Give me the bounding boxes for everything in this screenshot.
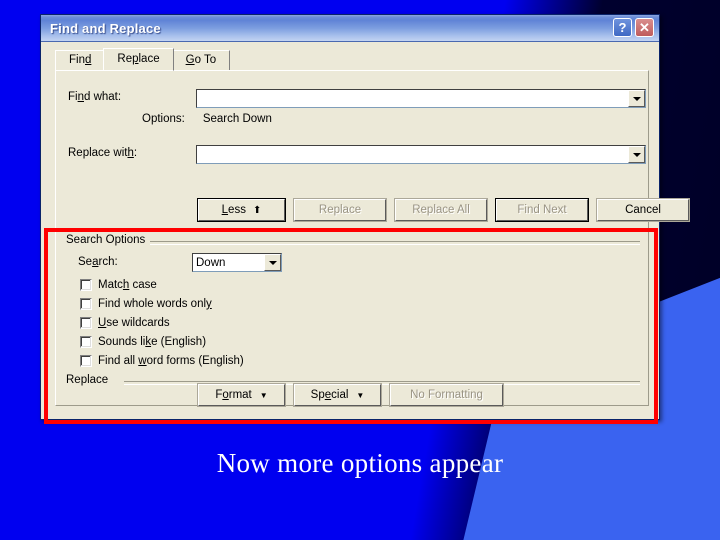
options-value: Search Down	[202, 113, 272, 125]
arrow-up-icon: ⬆	[252, 204, 262, 216]
close-icon[interactable]: ✕	[635, 18, 654, 37]
tab-find[interactable]: Find	[55, 50, 106, 70]
tab-go-to[interactable]: Go To	[171, 50, 231, 70]
dialog-title-bar[interactable]: Find and Replace ? ✕	[41, 15, 659, 42]
checkbox-use-wildcards-label: Use wildcards	[98, 317, 170, 329]
search-direction-row: Search:	[78, 256, 118, 268]
action-button-row: Less ⬆ Replace Replace All Find Next Can…	[197, 198, 690, 222]
chevron-down-icon: ▼	[259, 390, 268, 400]
options-row: Options: Search Down	[142, 113, 272, 125]
find-next-button[interactable]: Find Next	[495, 198, 589, 222]
options-label: Options:	[142, 113, 185, 125]
no-formatting-button-label: No Formatting	[410, 389, 483, 401]
tab-replace-label: Replace	[117, 52, 160, 65]
cancel-button-label: Cancel	[625, 204, 661, 216]
checkbox-icon[interactable]	[80, 336, 92, 348]
replace-with-input[interactable]	[196, 145, 646, 164]
checkbox-sounds-like[interactable]: Sounds like (English)	[80, 336, 206, 348]
checkbox-icon[interactable]	[80, 355, 92, 367]
chevron-down-icon: ▼	[356, 390, 365, 400]
chevron-down-icon[interactable]	[628, 146, 645, 163]
replace-all-button-label: Replace All	[412, 204, 470, 216]
less-button-label: Less	[221, 204, 246, 216]
checkbox-use-wildcards[interactable]: Use wildcards	[80, 317, 170, 329]
checkbox-icon[interactable]	[80, 298, 92, 310]
special-button-label: Special	[310, 389, 349, 401]
replace-all-button[interactable]: Replace All	[394, 198, 488, 222]
format-button-row: Format ▼ Special ▼ No Formatting	[197, 383, 504, 407]
checkbox-match-case[interactable]: Match case	[80, 279, 157, 291]
checkbox-find-all-word-forms[interactable]: Find all word forms (English)	[80, 355, 244, 367]
checkbox-find-all-word-forms-label: Find all word forms (English)	[98, 355, 244, 367]
dialog-panel: Find what: Options: Search Down Replace …	[55, 70, 690, 407]
no-formatting-button[interactable]: No Formatting	[389, 383, 504, 407]
slide-caption: Now more options appear	[216, 448, 504, 478]
replace-with-label: Replace with:	[68, 147, 138, 159]
chevron-down-icon[interactable]	[628, 90, 645, 107]
checkbox-find-whole-words-only-label: Find whole words only	[98, 298, 212, 310]
search-options-divider	[150, 241, 640, 245]
checkbox-icon[interactable]	[80, 279, 92, 291]
dialog-tabs: Find Replace Go To	[55, 48, 659, 71]
checkbox-match-case-label: Match case	[98, 279, 157, 291]
replace-button-label: Replace	[318, 204, 362, 216]
search-direction-value: Down	[196, 256, 226, 269]
replace-group-label: Replace	[66, 374, 114, 386]
replace-with-row: Replace with:	[68, 147, 137, 159]
cancel-button[interactable]: Cancel	[596, 198, 690, 222]
find-what-label: Find what:	[68, 91, 122, 103]
format-button[interactable]: Format ▼	[197, 383, 286, 407]
search-direction-select[interactable]: Down	[192, 253, 282, 272]
search-direction-label: Search:	[78, 256, 118, 268]
find-next-button-label: Find Next	[517, 204, 567, 216]
chevron-down-icon[interactable]	[264, 254, 281, 271]
dialog-title: Find and Replace	[50, 20, 161, 36]
special-button[interactable]: Special ▼	[293, 383, 382, 407]
tab-find-label: Find	[69, 53, 92, 66]
format-button-label: Format	[215, 389, 252, 401]
find-and-replace-dialog: Find and Replace ? ✕ Find Replace Go To …	[40, 14, 690, 420]
less-button[interactable]: Less ⬆	[197, 198, 286, 222]
help-icon[interactable]: ?	[613, 18, 632, 37]
find-what-row: Find what:	[68, 91, 121, 103]
replace-button[interactable]: Replace	[293, 198, 387, 222]
checkbox-sounds-like-label: Sounds like (English)	[98, 336, 207, 348]
search-options-group-label: Search Options	[66, 234, 151, 246]
tab-replace[interactable]: Replace	[103, 48, 174, 71]
title-bar-buttons: ? ✕	[613, 18, 654, 37]
checkbox-icon[interactable]	[80, 317, 92, 329]
slide-canvas: Find and Replace ? ✕ Find Replace Go To …	[0, 0, 720, 540]
tab-go-to-label: Go To	[185, 53, 217, 66]
checkbox-find-whole-words-only[interactable]: Find whole words only	[80, 298, 212, 310]
find-what-input[interactable]	[196, 89, 646, 108]
